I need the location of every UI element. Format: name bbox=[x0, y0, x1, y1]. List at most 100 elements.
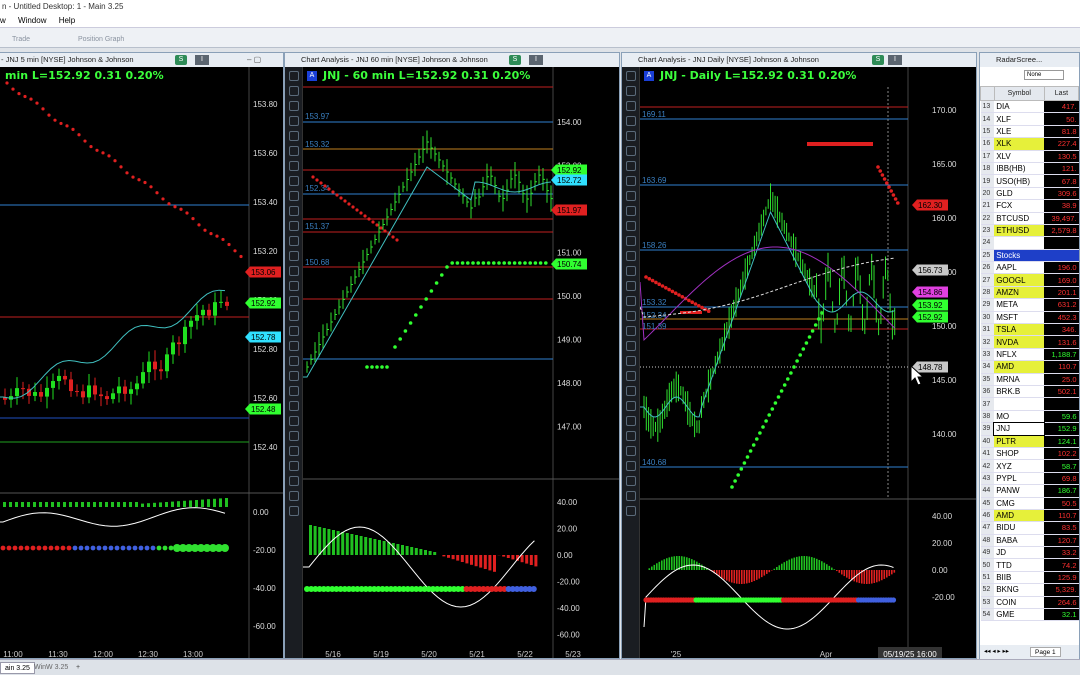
chart-canvas[interactable]: 170.00165.00160.00155.00150.00145.00140.… bbox=[640, 67, 977, 659]
radar-row[interactable]: 35 MRNA 25.0 bbox=[980, 373, 1079, 387]
row-symbol[interactable]: PYPL bbox=[994, 472, 1045, 486]
drawing-tool-icon[interactable] bbox=[625, 281, 636, 291]
drawing-tool-icon[interactable] bbox=[625, 371, 636, 381]
row-symbol[interactable]: BABA bbox=[994, 534, 1045, 548]
drawing-tool-icon[interactable] bbox=[288, 206, 299, 216]
drawing-tool-icon[interactable] bbox=[625, 221, 636, 231]
chart-window-daily[interactable]: Chart Analysis - JNJ Daily [NYSE] Johnso… bbox=[621, 52, 977, 659]
drawing-tool-icon[interactable] bbox=[288, 461, 299, 471]
radar-row[interactable]: 27 GOOGL 169.0 bbox=[980, 273, 1079, 287]
drawing-tool-icon[interactable] bbox=[288, 386, 299, 396]
row-symbol[interactable]: AMD bbox=[994, 509, 1045, 523]
drawing-tool-icon[interactable] bbox=[288, 491, 299, 501]
drawing-tool-icon[interactable] bbox=[288, 416, 299, 426]
row-symbol[interactable]: BTCUSD bbox=[994, 212, 1045, 225]
indicator-icon[interactable]: I bbox=[529, 55, 543, 65]
radar-row[interactable]: 29 META 631.2 bbox=[980, 298, 1079, 312]
radar-row[interactable]: 33 NFLX 1,188.7 bbox=[980, 348, 1079, 362]
drawing-tool-icon[interactable] bbox=[288, 176, 299, 186]
drawing-tool-icon[interactable] bbox=[625, 266, 636, 276]
drawing-tool-icon[interactable] bbox=[288, 506, 299, 516]
symbol-link-icon[interactable]: S bbox=[509, 55, 521, 65]
drawing-tool-icon[interactable] bbox=[625, 71, 636, 81]
radar-row[interactable]: 20 GLD 309.6 bbox=[980, 187, 1079, 201]
row-symbol[interactable]: COIN bbox=[994, 596, 1045, 610]
row-symbol[interactable]: AAPL bbox=[994, 261, 1045, 275]
radar-row[interactable]: 22 BTCUSD 39,497. bbox=[980, 212, 1079, 225]
tab-winw[interactable]: WinW 3.25 bbox=[30, 662, 72, 674]
drawing-tool-icon[interactable] bbox=[625, 161, 636, 171]
symbol-link-icon[interactable]: S bbox=[872, 55, 884, 65]
radar-row[interactable]: 17 XLV 130.5 bbox=[980, 150, 1079, 163]
col-last[interactable]: Last bbox=[1043, 86, 1079, 101]
drawing-tool-icon[interactable] bbox=[625, 416, 636, 426]
row-symbol[interactable]: MRNA bbox=[994, 373, 1045, 387]
drawing-tool-icon[interactable] bbox=[288, 311, 299, 321]
radar-row[interactable]: 42 XYZ 58.7 bbox=[980, 459, 1079, 473]
row-symbol[interactable]: NVDA bbox=[994, 335, 1045, 349]
drawing-tool-icon[interactable] bbox=[288, 371, 299, 381]
drawing-tool-icon[interactable] bbox=[625, 101, 636, 111]
page-tab[interactable]: Page 1 bbox=[1030, 647, 1061, 657]
radar-row[interactable]: 39 JNJ 152.9 bbox=[980, 421, 1079, 437]
drawing-tool-icon[interactable] bbox=[625, 386, 636, 396]
chart-canvas[interactable]: 153.80153.60153.40153.20153.00152.80152.… bbox=[0, 67, 284, 659]
radar-row[interactable]: 44 PANW 186.7 bbox=[980, 484, 1079, 498]
radar-row[interactable]: 52 BKNG 5,329. bbox=[980, 583, 1079, 597]
drawing-tool-icon[interactable] bbox=[625, 356, 636, 366]
radar-row[interactable]: 50 TTD 74.2 bbox=[980, 558, 1079, 572]
row-symbol[interactable]: NFLX bbox=[994, 348, 1045, 362]
drawing-tool-icon[interactable] bbox=[625, 206, 636, 216]
radar-row[interactable]: 21 FCX 38.9 bbox=[980, 199, 1079, 213]
row-symbol[interactable]: GLD bbox=[994, 187, 1045, 201]
row-symbol[interactable] bbox=[994, 236, 1045, 250]
radar-row[interactable]: 16 XLK 227.4 bbox=[980, 137, 1079, 151]
radar-row[interactable]: 24 bbox=[980, 236, 1079, 250]
radar-row[interactable]: 47 BIDU 83.5 bbox=[980, 521, 1079, 535]
chart-header[interactable]: Chart Analysis - JNJ Daily [NYSE] Johnso… bbox=[622, 53, 976, 67]
chart-canvas[interactable]: 154.00153.00152.00151.00150.00149.00148.… bbox=[303, 67, 620, 659]
row-symbol[interactable]: MO bbox=[994, 410, 1045, 424]
row-symbol[interactable]: XLK bbox=[994, 137, 1045, 151]
radar-screener[interactable]: RadarScree... None Symbol Last 13 DIA 417.… bbox=[979, 52, 1080, 660]
drawing-tool-icon[interactable] bbox=[625, 401, 636, 411]
menu-help[interactable]: Help bbox=[59, 16, 75, 25]
drawing-tool-icon[interactable] bbox=[288, 236, 299, 246]
drawing-tool-icon[interactable] bbox=[625, 431, 636, 441]
chart-window-60min[interactable]: Chart Analysis - JNJ 60 min [NYSE] Johns… bbox=[284, 52, 620, 659]
radar-row[interactable]: 31 TSLA 346. bbox=[980, 323, 1079, 337]
row-symbol[interactable]: GME bbox=[994, 608, 1045, 622]
row-symbol[interactable]: MSFT bbox=[994, 311, 1045, 325]
radar-row[interactable]: 18 IBB(HB) 121. bbox=[980, 162, 1079, 176]
drawing-tool-icon[interactable] bbox=[625, 476, 636, 486]
indicator-icon[interactable]: I bbox=[888, 55, 902, 65]
row-symbol[interactable]: ETHUSD bbox=[994, 224, 1045, 238]
radar-row[interactable]: 46 AMD 110.7 bbox=[980, 509, 1079, 523]
drawing-tool-icon[interactable] bbox=[625, 296, 636, 306]
row-symbol[interactable]: META bbox=[994, 298, 1045, 312]
ribbon-trade[interactable]: Trade bbox=[12, 36, 30, 43]
indicator-icon[interactable]: I bbox=[195, 55, 209, 65]
row-symbol[interactable]: PLTR bbox=[994, 435, 1045, 448]
radar-row[interactable]: 26 AAPL 196.0 bbox=[980, 261, 1079, 275]
drawing-tool-icon[interactable] bbox=[625, 131, 636, 141]
drawing-tool-icon[interactable] bbox=[288, 296, 299, 306]
radar-group-row[interactable]: 25 Stocks bbox=[980, 249, 1079, 263]
row-symbol[interactable]: XYZ bbox=[994, 459, 1045, 473]
radar-row[interactable]: 34 AMD 110.7 bbox=[980, 360, 1079, 374]
chart-header[interactable]: - JNJ 5 min [NYSE] Johnson & Johnson S I… bbox=[0, 53, 283, 67]
drawing-tool-icon[interactable] bbox=[288, 86, 299, 96]
add-tab-button[interactable]: + bbox=[72, 662, 84, 674]
row-symbol[interactable]: DIA bbox=[994, 100, 1045, 114]
drawing-toolbar[interactable] bbox=[622, 67, 640, 658]
drawing-tool-icon[interactable] bbox=[625, 146, 636, 156]
drawing-tool-icon[interactable] bbox=[288, 446, 299, 456]
radar-row[interactable]: 43 PYPL 69.8 bbox=[980, 472, 1079, 486]
radar-row[interactable]: 49 JD 33.2 bbox=[980, 546, 1079, 560]
drawing-tool-icon[interactable] bbox=[625, 236, 636, 246]
radar-row[interactable]: 13 DIA 417. bbox=[980, 100, 1079, 114]
radar-row[interactable]: 14 XLF 50. bbox=[980, 112, 1079, 126]
menu-window[interactable]: Window bbox=[18, 16, 46, 25]
radar-row[interactable]: 15 XLE 81.8 bbox=[980, 125, 1079, 139]
radar-row[interactable]: 28 AMZN 201.1 bbox=[980, 286, 1079, 300]
